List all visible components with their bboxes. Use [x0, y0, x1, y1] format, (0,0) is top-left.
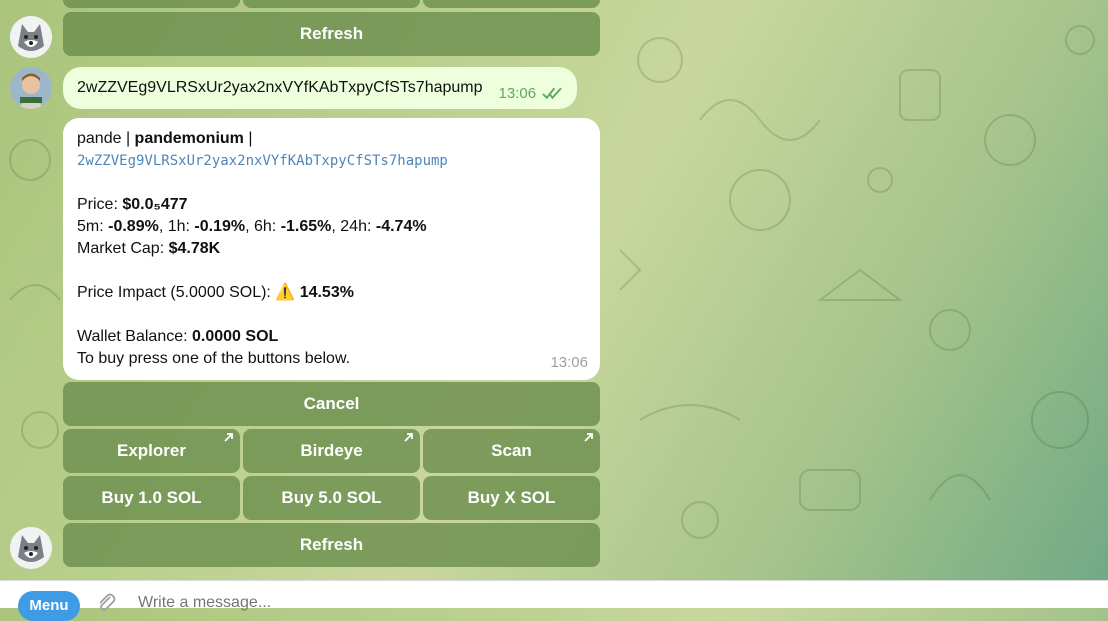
birdeye-label: Birdeye [300, 441, 363, 460]
explorer-button[interactable]: Explorer [63, 429, 240, 473]
bot-avatar[interactable] [10, 16, 52, 58]
change-24h-label: , 24h: [331, 218, 376, 235]
buy-instruction: To buy press one of the buttons below. [77, 350, 351, 367]
external-link-icon [404, 433, 413, 442]
scan-label: Scan [491, 441, 532, 460]
token-name: pandemonium [134, 130, 244, 147]
message-time: 13:06 [550, 354, 588, 371]
explorer-label: Explorer [117, 441, 186, 460]
warning-icon: ⚠️ [275, 284, 296, 301]
change-1h-label: , 1h: [158, 218, 195, 235]
price-impact-value: 14.53% [299, 284, 354, 301]
buy-5-sol-button[interactable]: Buy 5.0 SOL [243, 476, 420, 520]
scan-button[interactable]: Scan [423, 429, 600, 473]
token-separator: | [121, 130, 135, 147]
outgoing-message-time: 13:06 [498, 84, 537, 102]
price-label: Price: [77, 196, 123, 213]
user-avatar[interactable] [10, 67, 52, 109]
price-value: $0.0₅477 [122, 196, 188, 213]
wallet-balance-value: 0.0000 SOL [192, 328, 279, 345]
change-5m-label: 5m: [77, 218, 109, 235]
token-symbol: pande [77, 130, 122, 147]
token-info-message[interactable]: pande | pandemonium | 2wZZVEg9VLRSxUr2ya… [63, 118, 600, 380]
price-impact-label: Price Impact (5.0000 SOL): [77, 284, 276, 301]
message-input[interactable] [138, 593, 1038, 613]
token-title-line: pande | pandemonium | [77, 128, 586, 150]
birdeye-button[interactable]: Birdeye [243, 429, 420, 473]
price-impact-line: Price Impact (5.0000 SOL): ⚠️ 14.53% [77, 282, 586, 304]
change-6h-value: -1.65% [280, 218, 332, 235]
chat-area: Refresh 2wZZVEg9VLRSxUr2yax2nxVYfKAbTxpy… [0, 0, 1108, 580]
buy-1-sol-button[interactable]: Buy 1.0 SOL [63, 476, 240, 520]
top-partial-button-1[interactable] [63, 0, 240, 8]
message-composer: Menu [0, 580, 1108, 621]
price-line: Price: $0.0₅477 [77, 194, 586, 216]
bot-avatar[interactable] [10, 527, 52, 569]
market-cap-value: $4.78K [168, 240, 221, 257]
user-photo-icon [10, 67, 52, 109]
external-link-icon [224, 433, 233, 442]
top-partial-button-2[interactable] [243, 0, 420, 8]
refresh-button[interactable]: Refresh [63, 523, 600, 567]
refresh-button-top[interactable]: Refresh [63, 12, 600, 56]
price-change-line: 5m: -0.89%, 1h: -0.19%, 6h: -1.65%, 24h:… [77, 216, 586, 238]
cancel-button[interactable]: Cancel [63, 382, 600, 426]
menu-button[interactable]: Menu [18, 591, 80, 621]
wallet-balance-line: Wallet Balance: 0.0000 SOL [77, 326, 586, 348]
buy-x-sol-button[interactable]: Buy X SOL [423, 476, 600, 520]
change-1h-value: -0.19% [194, 218, 246, 235]
market-cap-line: Market Cap: $4.78K [77, 238, 586, 260]
change-5m-value: -0.89% [108, 218, 159, 235]
change-6h-label: , 6h: [245, 218, 281, 235]
external-link-icon [584, 433, 593, 442]
husky-icon [10, 16, 52, 58]
husky-icon [10, 527, 52, 569]
market-cap-label: Market Cap: [77, 240, 169, 257]
attach-paperclip-icon[interactable] [95, 591, 117, 613]
wallet-balance-label: Wallet Balance: [77, 328, 193, 345]
outgoing-message[interactable]: 2wZZVEg9VLRSxUr2yax2nxVYfKAbTxpyCfSTs7ha… [63, 67, 577, 109]
token-address[interactable]: 2wZZVEg9VLRSxUr2yax2nxVYfKAbTxpyCfSTs7ha… [77, 150, 586, 172]
top-partial-button-3[interactable] [423, 0, 600, 8]
token-separator-end: | [243, 130, 253, 147]
read-double-check-icon [542, 87, 562, 100]
outgoing-message-text: 2wZZVEg9VLRSxUr2yax2nxVYfKAbTxpyCfSTs7ha… [77, 79, 483, 96]
change-24h-value: -4.74% [375, 218, 427, 235]
